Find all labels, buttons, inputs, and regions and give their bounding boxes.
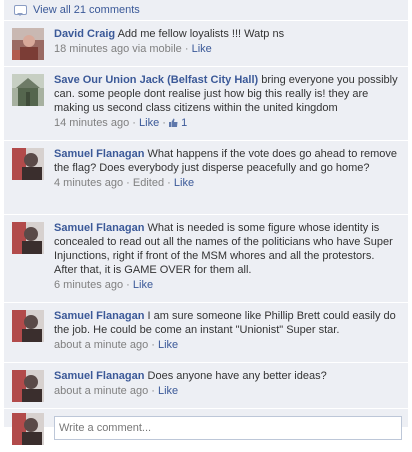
comment-timestamp[interactable]: 6 minutes ago — [54, 279, 123, 291]
comment-meta: about a minute ago · Like — [54, 339, 179, 351]
comment-author-link[interactable]: Save Our Union Jack (Belfast City Hall) — [54, 74, 258, 86]
comment-meta: about a minute ago · Like — [54, 385, 179, 397]
thumbs-up-icon[interactable] — [169, 117, 178, 127]
comment-author-link[interactable]: Samuel Flanagan — [54, 222, 144, 234]
avatar[interactable] — [12, 74, 44, 106]
comment-timestamp[interactable]: 14 minutes ago — [54, 117, 129, 129]
comment-text: Add me fellow loyalists !!! Watp ns — [117, 28, 285, 40]
comment-item: Save Our Union Jack (Belfast City Hall) … — [4, 67, 408, 141]
like-link[interactable]: Like — [158, 385, 178, 397]
comment-timestamp[interactable]: about a minute ago — [54, 385, 148, 397]
comment-meta: 14 minutes ago · Like · 1 — [54, 117, 188, 129]
comment-timestamp[interactable]: about a minute ago — [54, 339, 148, 351]
like-link[interactable]: Like — [158, 339, 178, 351]
comment-item: David Craig Add me fellow loyalists !!! … — [4, 21, 408, 67]
comment-meta: 4 minutes ago · Edited · Like — [54, 177, 195, 189]
comment-composer: Write a comment... — [4, 409, 408, 452]
comment-author-link[interactable]: Samuel Flanagan — [54, 310, 144, 322]
comment-meta: 18 minutes ago via mobile · Like — [54, 43, 212, 55]
edited-label[interactable]: Edited — [133, 177, 164, 189]
comment-author-link[interactable]: David Craig — [54, 28, 115, 40]
like-link[interactable]: Like — [174, 177, 194, 189]
comment-bubble-icon — [14, 4, 27, 16]
avatar[interactable] — [12, 310, 44, 342]
view-all-comments-link[interactable]: View all 21 comments — [4, 0, 408, 21]
avatar[interactable] — [12, 148, 44, 180]
avatar — [12, 413, 44, 445]
comment-text: Does anyone have any better ideas? — [147, 370, 327, 382]
comment-via-mobile: via mobile — [132, 43, 182, 55]
avatar[interactable] — [12, 222, 44, 254]
comment-author-link[interactable]: Samuel Flanagan — [54, 370, 144, 382]
view-all-comments-label[interactable]: View all 21 comments — [33, 4, 140, 16]
like-count[interactable]: 1 — [181, 117, 187, 129]
comment-item: Samuel Flanagan I am sure someone like P… — [4, 303, 408, 363]
like-link[interactable]: Like — [192, 43, 212, 55]
comment-item: Samuel Flanagan Does anyone have any bet… — [4, 363, 408, 409]
comments-panel: View all 21 comments David Craig Add me … — [4, 0, 408, 445]
write-comment-input[interactable]: Write a comment... — [54, 416, 402, 440]
like-link[interactable]: Like — [139, 117, 159, 129]
comment-meta: 6 minutes ago · Like — [54, 279, 154, 291]
comment-timestamp[interactable]: 4 minutes ago — [54, 177, 123, 189]
comment-item: Samuel Flanagan What is needed is some f… — [4, 215, 408, 303]
avatar[interactable] — [12, 28, 44, 60]
avatar[interactable] — [12, 370, 44, 402]
comment-timestamp[interactable]: 18 minutes ago — [54, 43, 129, 55]
like-link[interactable]: Like — [133, 279, 153, 291]
comment-author-link[interactable]: Samuel Flanagan — [54, 148, 144, 160]
comment-item: Samuel Flanagan What happens if the vote… — [4, 141, 408, 215]
